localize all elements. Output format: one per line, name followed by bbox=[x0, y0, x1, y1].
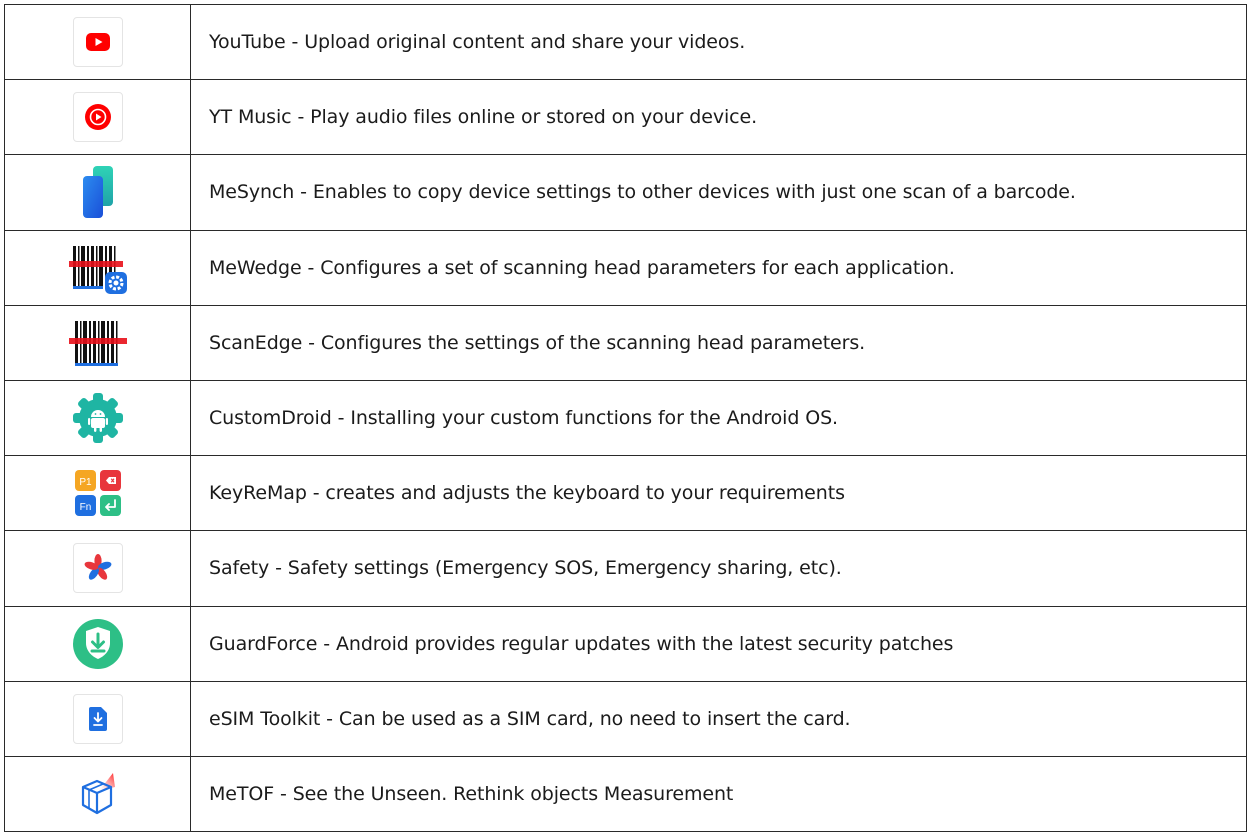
customdroid-icon[interactable] bbox=[71, 391, 125, 445]
keyremap-icon[interactable]: P1 Fn bbox=[73, 468, 123, 518]
table-row: Safety - Safety settings (Emergency SOS,… bbox=[5, 531, 1246, 607]
table-row: MeSynch - Enables to copy device setting… bbox=[5, 155, 1246, 231]
table-row: eSIM Toolkit - Can be used as a SIM card… bbox=[5, 681, 1246, 757]
app-description: Safety - Safety settings (Emergency SOS,… bbox=[209, 557, 842, 580]
scanedge-icon[interactable] bbox=[68, 317, 127, 369]
app-description: KeyReMap - creates and adjusts the keybo… bbox=[209, 482, 845, 505]
guardforce-icon[interactable] bbox=[71, 617, 125, 671]
table-row: MeWedge - Configures a set of scanning h… bbox=[5, 230, 1246, 306]
icon-cell bbox=[5, 681, 191, 756]
app-description: ScanEdge - Configures the settings of th… bbox=[209, 331, 866, 354]
app-description: MeSynch - Enables to copy device setting… bbox=[209, 181, 1076, 204]
app-description: eSIM Toolkit - Can be used as a SIM card… bbox=[209, 707, 851, 730]
key-fn-label: Fn bbox=[79, 502, 91, 513]
table-row: CustomDroid - Installing your custom fun… bbox=[5, 380, 1246, 457]
mewedge-icon[interactable] bbox=[68, 242, 127, 294]
mesynch-icon[interactable] bbox=[80, 164, 116, 220]
table-row: YouTube - Upload original content and sh… bbox=[5, 5, 1246, 81]
table-row: YT Music - Play audio files online or st… bbox=[5, 80, 1246, 156]
key-p1-label: P1 bbox=[79, 477, 92, 488]
app-description: MeTOF - See the Unseen. Rethink objects … bbox=[209, 782, 734, 805]
apps-table: YouTube - Upload original content and sh… bbox=[4, 4, 1247, 832]
app-description: YT Music - Play audio files online or st… bbox=[209, 106, 758, 129]
icon-cell bbox=[5, 5, 191, 80]
icon-cell: P1 Fn bbox=[5, 456, 191, 531]
yt-music-icon[interactable] bbox=[72, 92, 123, 143]
app-description: CustomDroid - Installing your custom fun… bbox=[209, 407, 838, 430]
icon-cell bbox=[5, 305, 191, 380]
icon-cell bbox=[5, 155, 191, 230]
icon-cell bbox=[5, 230, 191, 305]
app-description: MeWedge - Configures a set of scanning h… bbox=[209, 256, 955, 279]
metof-icon[interactable] bbox=[75, 771, 121, 817]
icon-cell bbox=[5, 756, 191, 832]
table-row: P1 Fn KeyReMap - creates and adjusts the… bbox=[5, 456, 1246, 532]
youtube-icon[interactable] bbox=[72, 17, 123, 68]
table-row: MeTOF - See the Unseen. Rethink objects … bbox=[5, 756, 1246, 832]
table-row: ScanEdge - Configures the settings of th… bbox=[5, 305, 1246, 381]
icon-cell bbox=[5, 531, 191, 606]
icon-cell bbox=[5, 606, 191, 681]
table-row: GuardForce - Android provides regular up… bbox=[5, 606, 1246, 682]
esim-toolkit-icon[interactable] bbox=[72, 693, 123, 744]
safety-icon[interactable] bbox=[72, 543, 123, 594]
icon-cell bbox=[5, 80, 191, 155]
icon-cell bbox=[5, 380, 191, 456]
app-description: GuardForce - Android provides regular up… bbox=[209, 632, 954, 655]
app-description: YouTube - Upload original content and sh… bbox=[209, 31, 746, 54]
